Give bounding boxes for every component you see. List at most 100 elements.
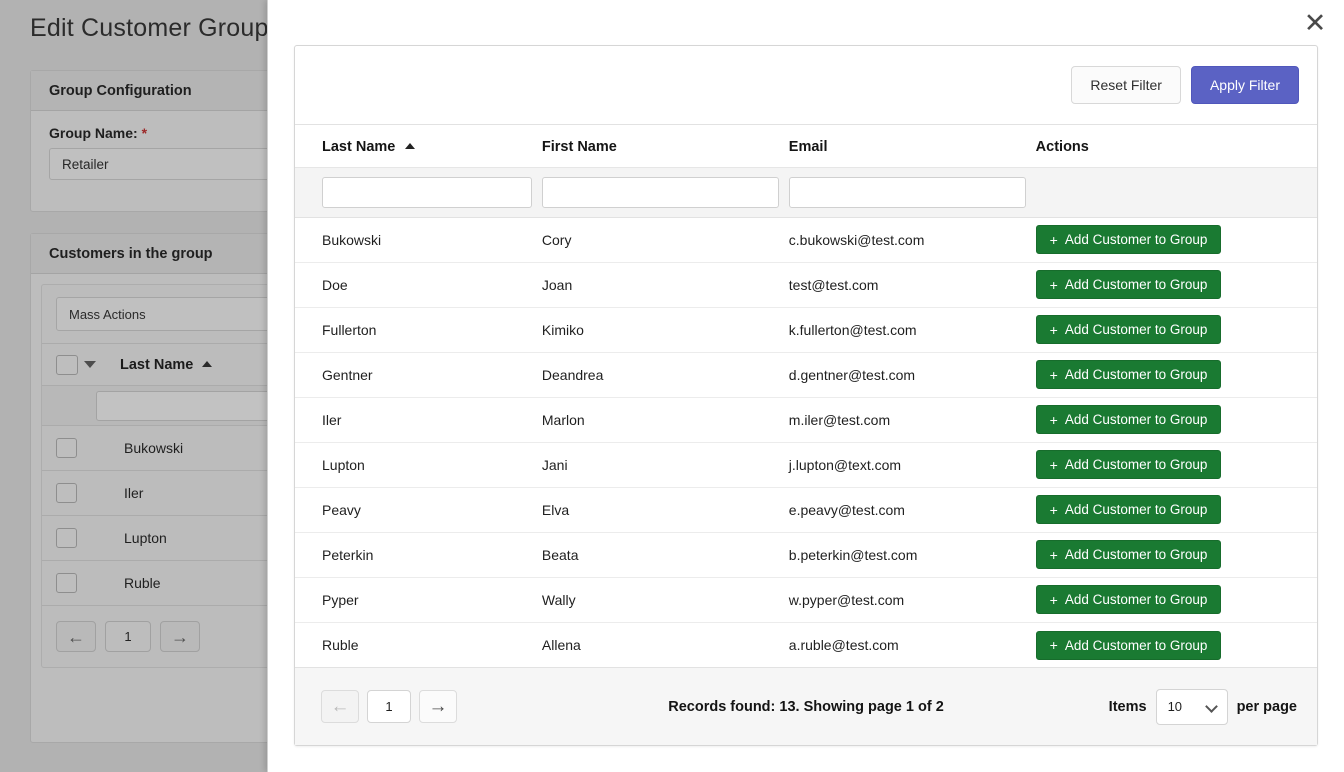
add-customer-to-group-button[interactable]: + Add Customer to Group (1035, 450, 1222, 480)
cell-actions: + Add Customer to Group (1035, 262, 1317, 308)
previous-page-button[interactable]: ← (56, 621, 96, 652)
page-number-input[interactable]: 1 (105, 621, 151, 652)
previous-page-button[interactable]: ← (321, 690, 359, 724)
cell-actions: + Add Customer to Group (1035, 577, 1317, 623)
cell-first-name: Allena (541, 637, 581, 654)
row-checkbox[interactable] (56, 528, 77, 548)
cell-actions: + Add Customer to Group (1035, 307, 1317, 353)
grid-pager: ← 1 → (321, 690, 457, 724)
column-header-first-name[interactable]: First Name (541, 124, 789, 168)
column-header-email[interactable]: Email (788, 124, 1036, 168)
customers-last-name-filter-input[interactable] (96, 390, 296, 421)
table-row: Bukowski Cory c.bukowski@test.com + Add Cust… (295, 217, 1317, 263)
plus-icon: + (1049, 321, 1058, 338)
table-row: Doe Joan test@test.com + Add Customer to Gro… (295, 262, 1317, 308)
first-name-filter-input[interactable] (541, 176, 779, 208)
sort-ascending-icon (202, 360, 213, 367)
column-header-last-name[interactable]: Last Name (96, 357, 213, 373)
cell-first-name: Beata (541, 532, 789, 578)
cell-email: j.lupton@text.com (788, 442, 1036, 488)
filter-cell-actions (1035, 167, 1317, 218)
plus-icon: + (1049, 546, 1058, 563)
cell-email: k.fullerton@test.com (788, 307, 1036, 353)
arrow-right-icon: → (428, 696, 448, 718)
row-checkbox[interactable] (56, 438, 77, 458)
table-row: Iler Marlon m.iler@test.com + Add Customer t… (295, 397, 1317, 443)
plus-icon: + (1049, 637, 1058, 654)
add-customer-to-group-button[interactable]: + Add Customer to Group (1035, 225, 1222, 255)
cell-actions: + Add Customer to Group (1035, 217, 1317, 263)
select-all-checkbox[interactable] (56, 354, 78, 375)
cell-email: a.ruble@test.com (788, 637, 899, 654)
add-customer-to-group-label: Add Customer to Group (1064, 322, 1208, 338)
email-filter-input[interactable] (788, 176, 1026, 208)
cell-email: c.bukowski@test.com (788, 217, 1036, 263)
row-last-name: Ruble (124, 575, 161, 591)
plus-icon: + (1049, 411, 1058, 428)
arrow-left-icon: ← (330, 696, 350, 718)
table-header-row: Last Name First Name Email Actions (295, 124, 1317, 168)
chevron-down-icon (1204, 699, 1218, 713)
row-last-name: Lupton (124, 530, 167, 546)
add-customer-to-group-button[interactable]: + Add Customer to Group (1035, 270, 1222, 300)
reset-filter-button[interactable]: Reset Filter (1071, 65, 1181, 104)
table-head: Last Name First Name Email Actions (295, 124, 1317, 218)
cell-actions: + Add Customer to Group (1035, 442, 1317, 488)
add-customer-to-group-button[interactable]: + Add Customer to Group (1035, 495, 1222, 525)
cell-actions: + Add Customer to Group (1035, 532, 1317, 578)
table-body: Bukowski Cory c.bukowski@test.com + Add Cust… (295, 217, 1317, 667)
grid-body: Last Name First Name Email Actions Bukow… (295, 124, 1317, 667)
cell-last-name: Ruble (322, 637, 359, 654)
cell-last-name: Fullerton (295, 307, 542, 353)
filter-cell-email (788, 167, 1036, 218)
cell-first-name: Jani (541, 442, 789, 488)
column-header-last-name-label: Last Name (322, 138, 396, 155)
cell-first-name: Marlon (541, 397, 789, 443)
add-customer-to-group-button[interactable]: + Add Customer to Group (1035, 585, 1222, 615)
customer-picker-modal: ✕ Reset Filter Apply Filter Last Name Fi… (267, 0, 1344, 772)
cell-first-name: Deandrea (541, 352, 789, 398)
per-page-value: 10 (1167, 699, 1183, 715)
page-number-input[interactable]: 1 (367, 690, 411, 724)
add-customer-to-group-label: Add Customer to Group (1064, 277, 1208, 293)
cell-email: e.peavy@test.com (788, 487, 1036, 533)
add-customer-to-group-button[interactable]: + Add Customer to Group (1035, 360, 1222, 390)
cell-first-name: Kimiko (541, 307, 789, 353)
next-page-button[interactable]: → (419, 690, 457, 724)
next-page-button[interactable]: → (160, 621, 200, 652)
table-row: Lupton Jani j.lupton@text.com + Add Customer… (295, 442, 1317, 488)
per-page-select[interactable]: 10 (1155, 688, 1228, 725)
cell-email: b.peterkin@test.com (788, 532, 1036, 578)
add-customer-to-group-label: Add Customer to Group (1064, 502, 1208, 518)
select-all-dropdown[interactable] (56, 354, 96, 375)
add-customer-to-group-label: Add Customer to Group (1064, 412, 1208, 428)
customer-table: Last Name First Name Email Actions Bukow… (295, 124, 1317, 667)
add-customer-to-group-button[interactable]: + Add Customer to Group (1035, 405, 1222, 435)
cell-last-name: Peterkin (295, 532, 542, 578)
cell-last-name: Pyper (295, 577, 542, 623)
add-customer-to-group-button[interactable]: + Add Customer to Group (1035, 630, 1222, 660)
table-row: Peterkin Beata b.peterkin@test.com + Add Cus… (295, 532, 1317, 578)
cell-last-name: Bukowski (295, 217, 542, 263)
cell-email: m.iler@test.com (788, 397, 1036, 443)
last-name-filter-input[interactable] (322, 176, 532, 208)
cell-last-name: Peavy (295, 487, 542, 533)
apply-filter-button[interactable]: Apply Filter (1190, 65, 1299, 104)
plus-icon: + (1049, 591, 1058, 608)
table-row: Peavy Elva e.peavy@test.com + Add Customer t… (295, 487, 1317, 533)
filter-cell-last-name (295, 167, 542, 218)
table-row: Ruble Allena a.ruble@test.com + Add Customer… (295, 622, 1317, 667)
add-customer-to-group-button[interactable]: + Add Customer to Group (1035, 315, 1222, 345)
cell-actions: + Add Customer to Group (1035, 352, 1317, 398)
plus-icon: + (1049, 501, 1058, 518)
cell-actions: + Add Customer to Group (1035, 397, 1317, 443)
column-header-actions: Actions (1035, 124, 1317, 168)
plus-icon: + (1049, 456, 1058, 473)
plus-icon: + (1049, 276, 1058, 293)
add-customer-to-group-button[interactable]: + Add Customer to Group (1035, 540, 1222, 570)
row-checkbox[interactable] (56, 573, 77, 593)
row-checkbox[interactable] (56, 483, 77, 503)
close-icon[interactable]: ✕ (1298, 6, 1332, 40)
column-header-last-name[interactable]: Last Name (295, 124, 542, 168)
grid-footer: ← 1 → Records found: 13. Showing page 1 … (295, 667, 1317, 745)
